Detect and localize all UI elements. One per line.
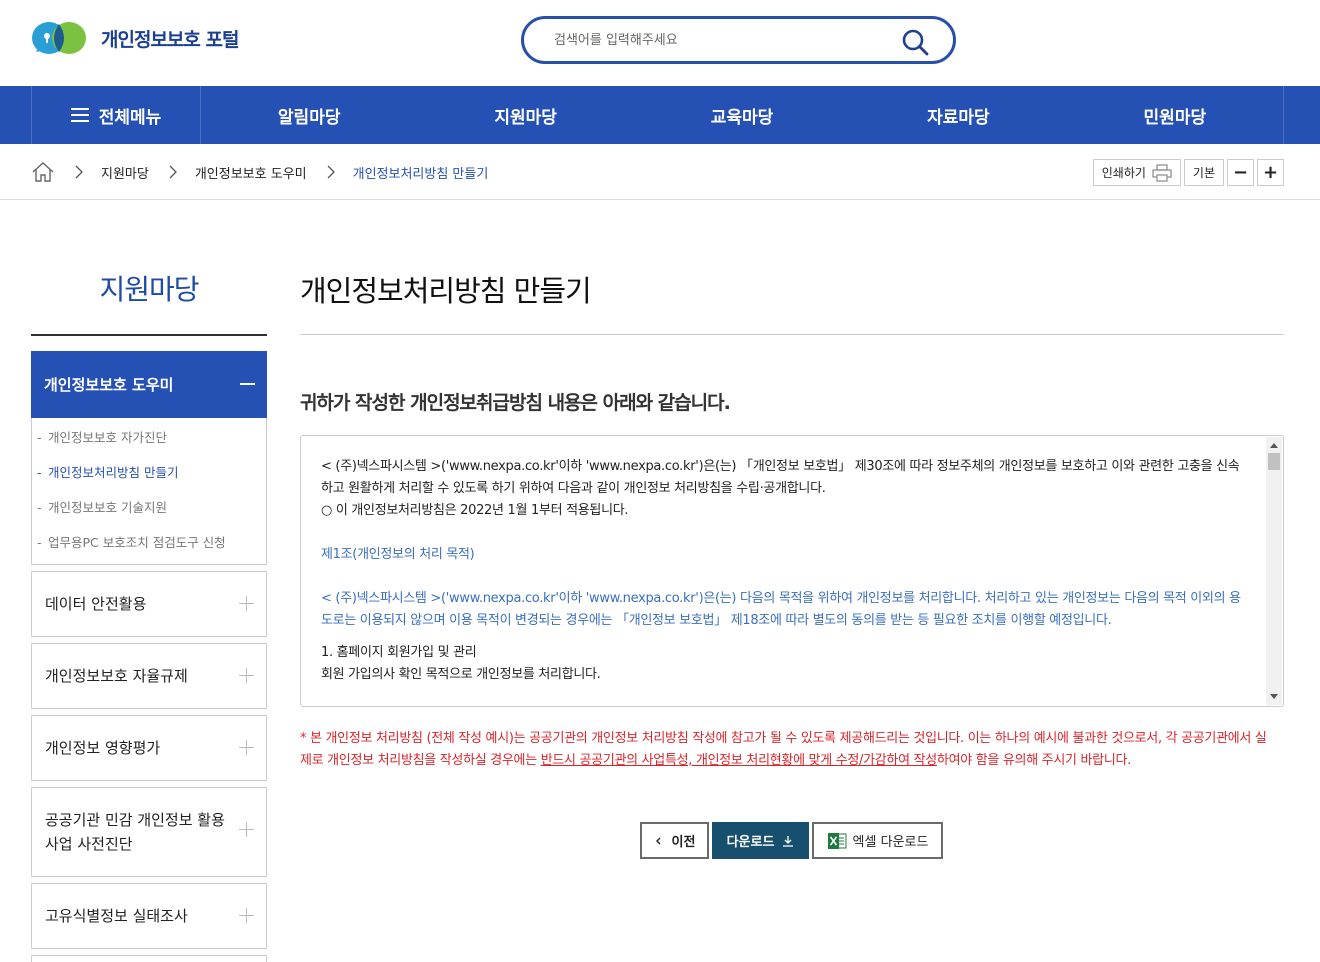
home-icon[interactable] xyxy=(31,161,55,183)
lnb-item-label: 개인정보 영향평가 xyxy=(45,739,161,757)
notice-text-end: 하여야 함을 유의해 주시기 바랍니다. xyxy=(936,753,1131,768)
chevron-right-icon xyxy=(75,165,83,179)
breadcrumb-item[interactable]: 개인정보보호 도우미 xyxy=(195,163,307,182)
lnb-item-data-safety[interactable]: 데이터 안전활용 xyxy=(31,571,267,637)
section-subtitle: 귀하가 작성한 개인정보취급방침 내용은 아래와 같습니다. xyxy=(300,392,731,414)
scroll-up-icon[interactable] xyxy=(1270,443,1278,448)
font-decrease-button[interactable]: − xyxy=(1227,159,1254,186)
page-tools: 인쇄하기 기본 − + xyxy=(1092,159,1284,186)
policy-text: < (주)넥스파시스템 >('www.nexpa.co.kr'이하 'www.n… xyxy=(321,456,1251,686)
breadcrumb: 지원마당 개인정보보호 도우미 개인정보처리방침 만들기 xyxy=(31,161,488,183)
expand-icon xyxy=(239,668,254,683)
download-button[interactable]: 다운로드 xyxy=(712,822,809,859)
lnb-sub-tech-support[interactable]: 개인정보보호 기술지원 xyxy=(32,497,266,532)
purpose-item: 1. 홈페이지 회원가입 및 관리 xyxy=(321,645,477,660)
gnb-item-resources[interactable]: 자료마당 xyxy=(850,86,1066,144)
lnb-item-self-regulation[interactable]: 개인정보보호 자율규제 xyxy=(31,643,267,709)
download-icon xyxy=(783,835,794,847)
article-body: < (주)넥스파시스템 >('www.nexpa.co.kr'이하 'www.n… xyxy=(321,591,1241,628)
font-increase-button[interactable]: + xyxy=(1257,159,1284,186)
gnb-item-support[interactable]: 지원마당 xyxy=(417,86,633,144)
action-buttons: 이전 다운로드 엑셀 다운로드 xyxy=(640,822,943,859)
lnb-item-privacy-helper[interactable]: 개인정보보호 도우미 xyxy=(31,351,267,418)
font-default-button[interactable]: 기본 xyxy=(1183,159,1224,186)
notice-emphasis: 반드시 공공기관의 사업특성, 개인정보 처리현황에 맞게 수정/가감하여 작성 xyxy=(540,753,938,768)
prev-button[interactable]: 이전 xyxy=(640,822,709,859)
title-divider xyxy=(300,334,1284,335)
site-logo[interactable]: 개인정보보호 포털 xyxy=(31,20,239,56)
lnb-item-label: 데이터 안전활용 xyxy=(45,595,147,613)
expand-icon xyxy=(239,908,254,923)
lnb-item-label: 개인정보보호 도우미 xyxy=(44,376,174,394)
lnb-submenu: 개인정보보호 자가진단 개인정보처리방침 만들기 개인정보보호 기술지원 업무용… xyxy=(31,418,267,565)
lnb-item-impact-assessment[interactable]: 개인정보 영향평가 xyxy=(31,715,267,781)
chevron-right-icon xyxy=(327,165,335,179)
main-navigation: 전체메뉴 알림마당 지원마당 교육마당 자료마당 민원마당 xyxy=(0,86,1320,144)
expand-icon xyxy=(239,740,254,755)
policy-intro: < (주)넥스파시스템 >('www.nexpa.co.kr'이하 'www.n… xyxy=(321,459,1240,496)
lnb-item-public-sensitive[interactable]: 공공기관 민감 개인정보 활용사업 사전진단 xyxy=(31,787,267,877)
excel-label: 엑셀 다운로드 xyxy=(852,835,929,850)
collapse-icon xyxy=(240,383,255,385)
excel-download-button[interactable]: 엑셀 다운로드 xyxy=(812,822,943,859)
lnb-sub-policy-maker[interactable]: 개인정보처리방침 만들기 xyxy=(32,462,266,497)
page-title: 개인정보처리방침 만들기 xyxy=(300,274,592,308)
header: 개인정보보호 포털 xyxy=(0,0,1320,86)
purpose-item-body: 회원 가입의사 확인 목적으로 개인정보를 처리합니다. xyxy=(321,667,601,682)
scrollbar[interactable] xyxy=(1266,437,1282,705)
chevron-right-icon xyxy=(169,165,177,179)
breadcrumb-item[interactable]: 지원마당 xyxy=(101,163,149,182)
lnb-item-label: 공공기관 민감 개인정보 활용사업 사전진단 xyxy=(45,811,225,853)
location-bar: 지원마당 개인정보보호 도우미 개인정보처리방침 만들기 인쇄하기 기본 − + xyxy=(0,144,1320,200)
print-label: 인쇄하기 xyxy=(1101,166,1146,180)
search-box xyxy=(521,16,956,64)
gnb-item-civil[interactable]: 민원마당 xyxy=(1067,86,1283,144)
printer-icon xyxy=(1152,163,1172,182)
lnb-item-unique-id-survey[interactable]: 고유식별정보 실태조사 xyxy=(31,883,267,949)
logo-text: 개인정보보호 포털 xyxy=(101,28,239,51)
policy-effective-date: ○ 이 개인정보처리방침은 2022년 1월 1부터 적용됩니다. xyxy=(321,503,629,518)
lnb-item-label: 고유식별정보 실태조사 xyxy=(45,907,188,925)
warning-notice: * 본 개인정보 처리방침 (전체 작성 예시)는 공공기관의 개인정보 처리방… xyxy=(300,728,1275,772)
hamburger-icon xyxy=(70,108,89,122)
logo-icon xyxy=(32,22,86,54)
all-menu-label: 전체메뉴 xyxy=(98,107,162,128)
lnb-divider xyxy=(31,334,267,336)
lnb-item-label: 개인정보보호 자율규제 xyxy=(45,667,188,685)
lnb-sub-self-check[interactable]: 개인정보보호 자가진단 xyxy=(32,427,266,462)
search-input[interactable] xyxy=(554,29,884,51)
scroll-down-icon[interactable] xyxy=(1270,694,1278,699)
download-label: 다운로드 xyxy=(726,835,775,850)
print-button[interactable]: 인쇄하기 xyxy=(1092,159,1181,186)
all-menu-button[interactable]: 전체메뉴 xyxy=(31,86,201,144)
lnb-title: 지원마당 xyxy=(99,273,199,306)
expand-icon xyxy=(239,822,254,837)
chevron-left-icon xyxy=(655,837,661,844)
breadcrumb-current: 개인정보처리방침 만들기 xyxy=(352,166,489,182)
gnb-item-education[interactable]: 교육마당 xyxy=(634,86,850,144)
search-icon[interactable] xyxy=(901,28,929,56)
prev-label: 이전 xyxy=(671,835,696,850)
policy-preview-box[interactable]: < (주)넥스파시스템 >('www.nexpa.co.kr'이하 'www.n… xyxy=(300,435,1284,707)
excel-icon xyxy=(827,832,847,849)
lnb-sub-pc-check-tool[interactable]: 업무용PC 보호조치 점검도구 신청 xyxy=(32,532,266,567)
lnb-item-next xyxy=(31,955,267,962)
gnb-item-notice[interactable]: 알림마당 xyxy=(201,86,417,144)
article-title: 제1조(개인정보의 처리 목적) xyxy=(321,547,475,562)
scroll-thumb[interactable] xyxy=(1268,453,1280,470)
expand-icon xyxy=(239,596,254,611)
